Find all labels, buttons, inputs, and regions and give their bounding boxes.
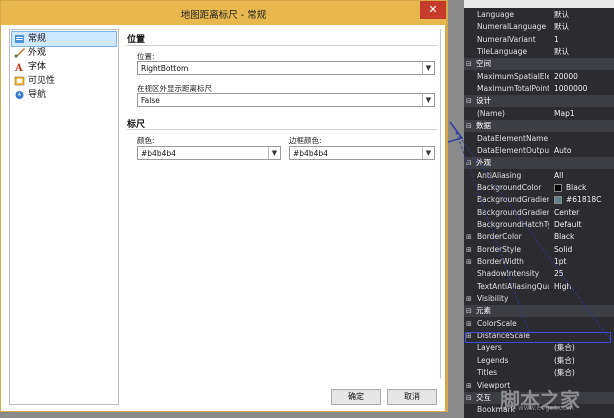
border-color-label: 边框颜色: bbox=[289, 136, 322, 145]
collapse-icon[interactable]: ⊟ bbox=[466, 392, 474, 404]
navigation-icon bbox=[15, 91, 24, 99]
chevron-down-icon[interactable]: ▼ bbox=[422, 94, 434, 106]
border-color-value: #b4b4b4 bbox=[293, 149, 328, 158]
divider bbox=[127, 45, 437, 46]
color-label: 颜色: bbox=[137, 136, 155, 145]
outside-viewport-value: False bbox=[141, 96, 160, 105]
property-value[interactable]: 默认 bbox=[554, 21, 614, 33]
property-name: NumeralLanguage bbox=[477, 22, 547, 32]
property-name: MaximumTotalPoint bbox=[477, 84, 549, 94]
nav-item-general[interactable]: 常规 bbox=[11, 31, 117, 47]
nav-label: 导航 bbox=[28, 90, 47, 100]
property-row[interactable]: MaximumTotalPoint 1000000 bbox=[464, 83, 614, 95]
property-category[interactable]: ⊟ 空间 bbox=[464, 58, 614, 71]
property-value[interactable]: 20000 bbox=[554, 71, 614, 83]
visibility-icon bbox=[14, 76, 25, 86]
position-select[interactable]: RightBottom ▼ bbox=[137, 61, 435, 75]
collapse-icon[interactable]: ⊟ bbox=[466, 58, 474, 70]
property-name: 空间 bbox=[476, 59, 491, 69]
nav-label: 字体 bbox=[28, 62, 47, 72]
property-value-text: 20000 bbox=[554, 71, 578, 81]
property-row[interactable]: NumeralVariant 1 bbox=[464, 34, 614, 46]
property-name: 设计 bbox=[476, 96, 491, 106]
nav-label: 可见性 bbox=[28, 76, 56, 86]
property-value[interactable]: 默认 bbox=[554, 9, 614, 21]
scale-dialog: 地图距离标尺 - 常规 ✕ 常规 外观 A 字体 可见性 导航 位置 位置: R… bbox=[0, 0, 448, 412]
property-name: Titles bbox=[477, 368, 497, 378]
close-button[interactable]: ✕ bbox=[420, 1, 446, 19]
outside-viewport-select[interactable]: False ▼ bbox=[137, 93, 435, 107]
nav-item-visibility[interactable]: 可见性 bbox=[12, 74, 55, 88]
nav-list: 常规 外观 A 字体 可见性 导航 bbox=[9, 29, 119, 405]
property-value[interactable]: 1000000 bbox=[554, 83, 614, 95]
property-value[interactable]: (集合) bbox=[554, 355, 614, 367]
color-select[interactable]: #b4b4b4 ▼ bbox=[137, 146, 281, 160]
chevron-down-icon[interactable]: ▼ bbox=[268, 147, 280, 159]
position-section-title: 位置 bbox=[127, 35, 146, 45]
property-row[interactable]: Language 默认 bbox=[464, 9, 614, 21]
property-name: Legends bbox=[477, 355, 509, 365]
property-value[interactable]: 默认 bbox=[554, 46, 614, 58]
font-icon: A bbox=[14, 63, 23, 72]
property-row[interactable]: MaximumSpatialEle 20000 bbox=[464, 71, 614, 83]
pointer-lines bbox=[447, 121, 613, 343]
property-value-text: (集合) bbox=[554, 355, 575, 365]
property-row[interactable]: Titles (集合) bbox=[464, 367, 614, 379]
general-icon bbox=[15, 35, 24, 43]
property-value-text: 1 bbox=[554, 34, 559, 44]
ok-button[interactable]: 确定 bbox=[331, 389, 381, 405]
brush-icon bbox=[14, 48, 25, 58]
property-row[interactable]: NumeralLanguage 默认 bbox=[464, 21, 614, 33]
property-toolbar bbox=[464, 0, 614, 8]
property-name: TileLanguage bbox=[477, 47, 528, 57]
property-category[interactable]: ⊟ 设计 bbox=[464, 95, 614, 108]
border-color-select[interactable]: #b4b4b4 ▼ bbox=[289, 146, 435, 160]
collapse-icon[interactable]: ⊟ bbox=[466, 95, 474, 107]
nav-item-appearance[interactable]: 外观 bbox=[12, 46, 46, 60]
property-value-text: 1000000 bbox=[554, 84, 588, 94]
nav-item-navigation[interactable]: 导航 bbox=[12, 88, 46, 102]
chevron-down-icon[interactable]: ▼ bbox=[422, 147, 434, 159]
title-bar: 地图距离标尺 - 常规 ✕ bbox=[1, 1, 446, 25]
property-value-text: (集合) bbox=[554, 368, 575, 378]
cancel-button[interactable]: 取消 bbox=[387, 389, 437, 405]
property-value-text: 默认 bbox=[554, 10, 569, 19]
property-value-text: 默认 bbox=[554, 47, 569, 57]
property-name: Language bbox=[477, 10, 515, 19]
property-value[interactable]: 1 bbox=[554, 34, 614, 46]
svg-text:A: A bbox=[14, 63, 23, 72]
property-row[interactable]: Legends (集合) bbox=[464, 355, 614, 367]
nav-item-font[interactable]: A 字体 bbox=[12, 60, 46, 74]
content-panel: 位置 位置: RightBottom ▼ 在视区外显示距离标尺 False ▼ … bbox=[123, 29, 441, 379]
watermark-url: www.evget.com bbox=[518, 404, 574, 412]
nav-label: 常规 bbox=[28, 34, 47, 44]
property-name: NumeralVariant bbox=[477, 34, 536, 44]
chevron-down-icon[interactable]: ▼ bbox=[422, 62, 434, 74]
property-value-text: 默认 bbox=[554, 22, 569, 32]
divider bbox=[127, 129, 437, 130]
nav-label: 外观 bbox=[28, 48, 47, 58]
property-row[interactable]: TileLanguage 默认 bbox=[464, 46, 614, 58]
expand-icon[interactable]: ⊞ bbox=[466, 380, 474, 392]
property-value[interactable]: (集合) bbox=[554, 367, 614, 379]
color-value: #b4b4b4 bbox=[141, 149, 176, 158]
position-value: RightBottom bbox=[141, 64, 189, 73]
dialog-title: 地图距离标尺 - 常规 bbox=[180, 10, 267, 21]
property-name: MaximumSpatialEle bbox=[477, 71, 549, 81]
